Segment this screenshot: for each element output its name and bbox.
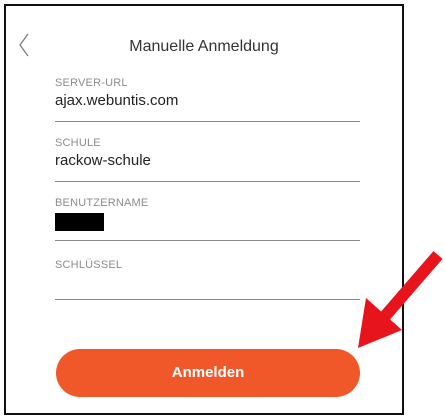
login-button[interactable]: Anmelden (56, 349, 360, 397)
annotation-arrow-icon (358, 251, 443, 348)
school-input[interactable]: rackow-schule (55, 151, 360, 170)
school-field[interactable]: SCHULE rackow-schule (55, 137, 360, 182)
username-label: BENUTZERNAME (55, 197, 149, 209)
username-input[interactable] (55, 211, 360, 231)
server-url-underline (55, 121, 360, 122)
server-url-field[interactable]: SERVER-URL ajax.webuntis.com (55, 77, 360, 122)
key-field[interactable]: SCHLÜSSEL (55, 259, 360, 300)
username-field[interactable]: BENUTZERNAME (55, 197, 360, 241)
server-url-input[interactable]: ajax.webuntis.com (55, 91, 360, 110)
key-input[interactable] (55, 273, 360, 292)
page-title: Manuelle Anmeldung (129, 38, 279, 55)
key-underline (55, 299, 360, 300)
username-underline (55, 240, 360, 241)
key-label: SCHLÜSSEL (55, 259, 123, 271)
school-underline (55, 181, 360, 182)
server-url-label: SERVER-URL (55, 77, 128, 89)
login-screen: Manuelle Anmeldung SERVER-URL ajax.webun… (4, 4, 404, 415)
redaction-box (55, 213, 104, 231)
school-label: SCHULE (55, 137, 101, 149)
